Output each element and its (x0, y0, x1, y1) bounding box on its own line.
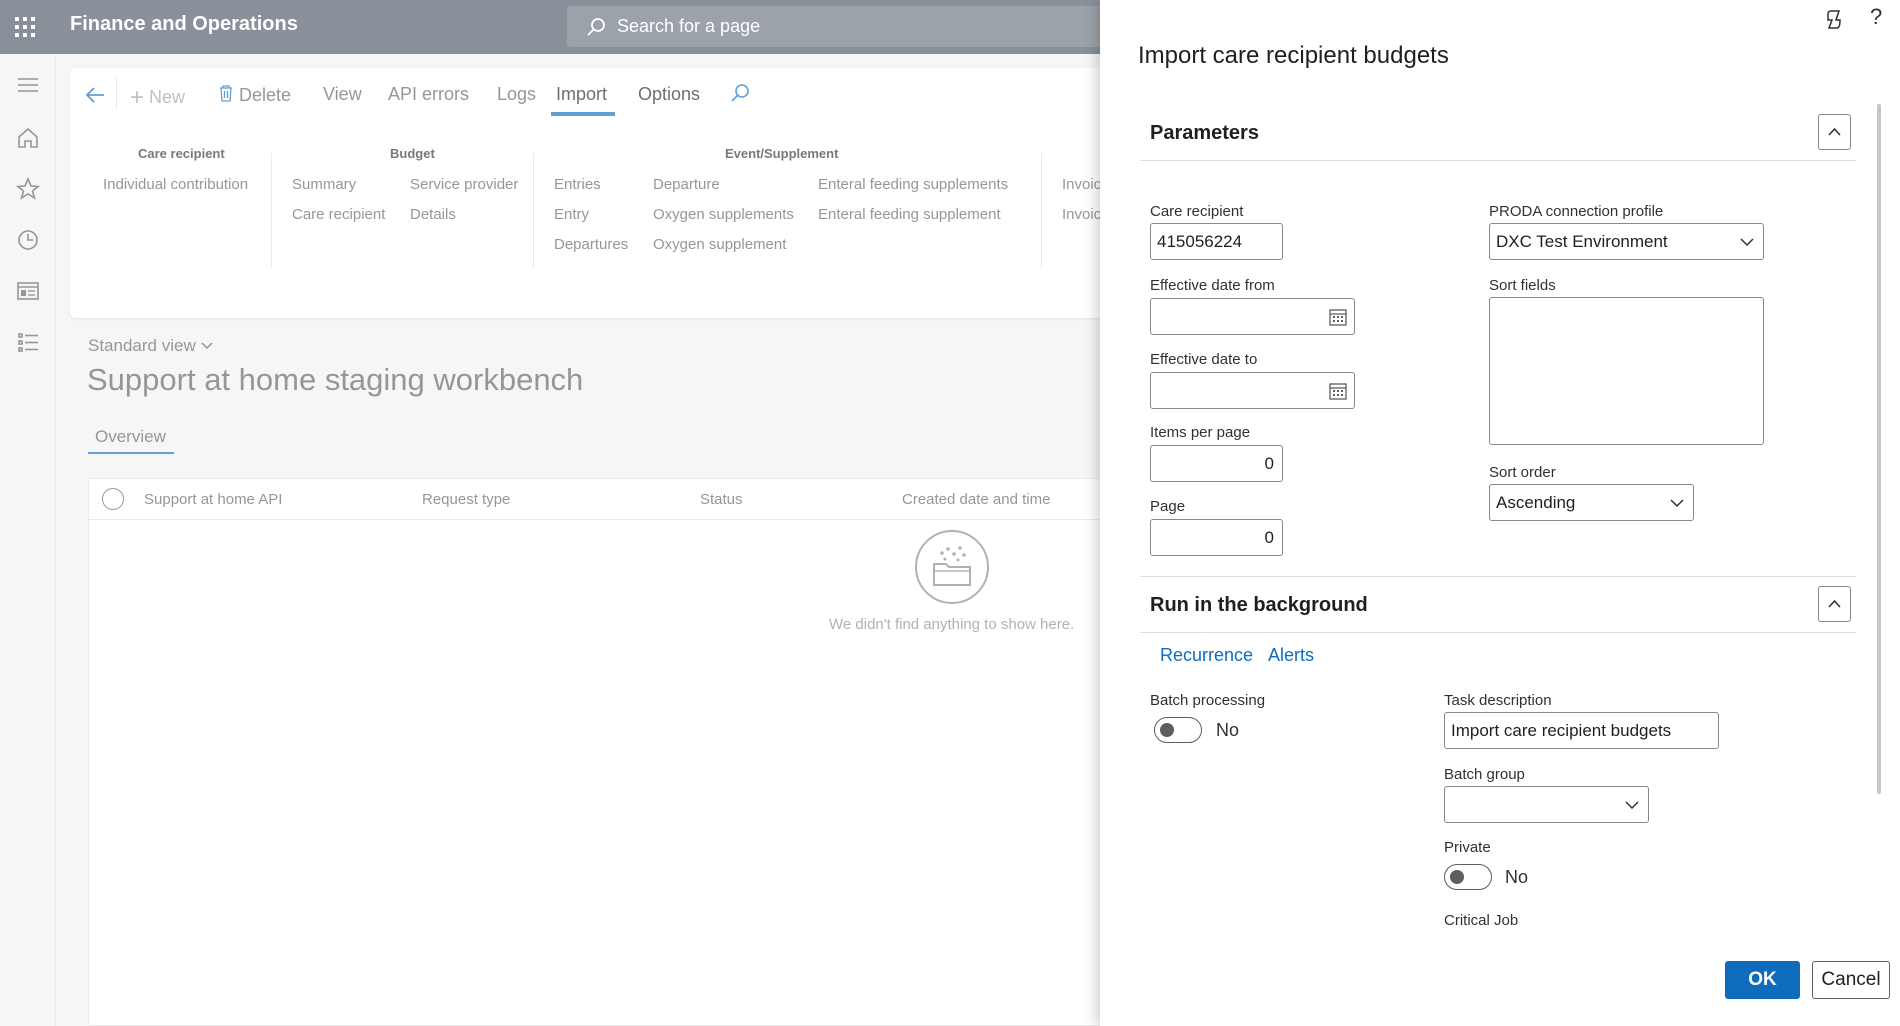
page-label: Page (1150, 498, 1186, 515)
calendar-icon[interactable] (1328, 381, 1348, 401)
collapse-parameters-button[interactable] (1818, 114, 1851, 150)
task-description-label: Task description (1444, 692, 1552, 709)
chevron-down-icon (1740, 238, 1754, 247)
batch-processing-toggle[interactable] (1154, 717, 1202, 743)
care-recipient-label: Care recipient (1150, 203, 1244, 220)
care-recipient-input[interactable]: 415056224 (1150, 223, 1283, 260)
run-background-section-header[interactable]: Run in the background (1150, 594, 1368, 617)
sort-order-value: Ascending (1496, 493, 1576, 512)
dialog-scrollbar[interactable] (1877, 104, 1881, 794)
section-divider (1140, 576, 1856, 577)
toggle-knob (1450, 870, 1464, 884)
sort-order-label: Sort order (1489, 464, 1556, 481)
batch-processing-value: No (1216, 720, 1240, 740)
page-input[interactable]: 0 (1150, 519, 1283, 556)
effective-date-from-label: Effective date from (1150, 277, 1275, 294)
help-icon[interactable]: ? (1870, 4, 1882, 30)
task-description-input[interactable]: Import care recipient budgets (1444, 712, 1719, 749)
private-toggle[interactable] (1444, 864, 1492, 890)
items-per-page-input[interactable]: 0 (1150, 445, 1283, 482)
toggle-knob (1160, 723, 1174, 737)
proda-connection-select[interactable]: DXC Test Environment (1489, 223, 1764, 260)
sort-fields-label: Sort fields (1489, 277, 1556, 294)
effective-date-from-input[interactable] (1150, 298, 1355, 335)
section-divider (1140, 632, 1856, 633)
items-per-page-label: Items per page (1150, 424, 1251, 441)
recurrence-link[interactable]: Recurrence (1160, 645, 1253, 666)
private-value: No (1505, 867, 1529, 887)
modal-backdrop (0, 0, 1100, 1026)
chevron-down-icon (1625, 801, 1639, 810)
import-dialog: ? Import care recipient budgets Paramete… (1100, 0, 1900, 1026)
proda-connection-value: DXC Test Environment (1496, 232, 1668, 251)
calendar-icon[interactable] (1328, 307, 1348, 327)
dialog-title: Import care recipient budgets (1138, 42, 1449, 69)
effective-date-to-label: Effective date to (1150, 351, 1258, 368)
batch-group-select[interactable] (1444, 786, 1649, 823)
sort-fields-list[interactable] (1489, 297, 1764, 445)
ok-button[interactable]: OK (1725, 961, 1800, 999)
private-label: Private (1444, 839, 1491, 856)
copilot-icon[interactable] (1822, 8, 1846, 32)
effective-date-to-input[interactable] (1150, 372, 1355, 409)
sort-order-select[interactable]: Ascending (1489, 484, 1694, 521)
alerts-link[interactable]: Alerts (1268, 645, 1314, 666)
critical-job-label: Critical Job (1444, 912, 1519, 929)
batch-group-label: Batch group (1444, 766, 1525, 783)
section-divider (1140, 160, 1856, 161)
parameters-section-header[interactable]: Parameters (1150, 122, 1259, 145)
cancel-button[interactable]: Cancel (1812, 961, 1890, 999)
chevron-up-icon (1828, 127, 1841, 136)
proda-connection-label: PRODA connection profile (1489, 203, 1664, 220)
batch-processing-label: Batch processing (1150, 692, 1266, 709)
chevron-down-icon (1670, 499, 1684, 508)
collapse-background-button[interactable] (1818, 586, 1851, 622)
chevron-up-icon (1828, 599, 1841, 608)
